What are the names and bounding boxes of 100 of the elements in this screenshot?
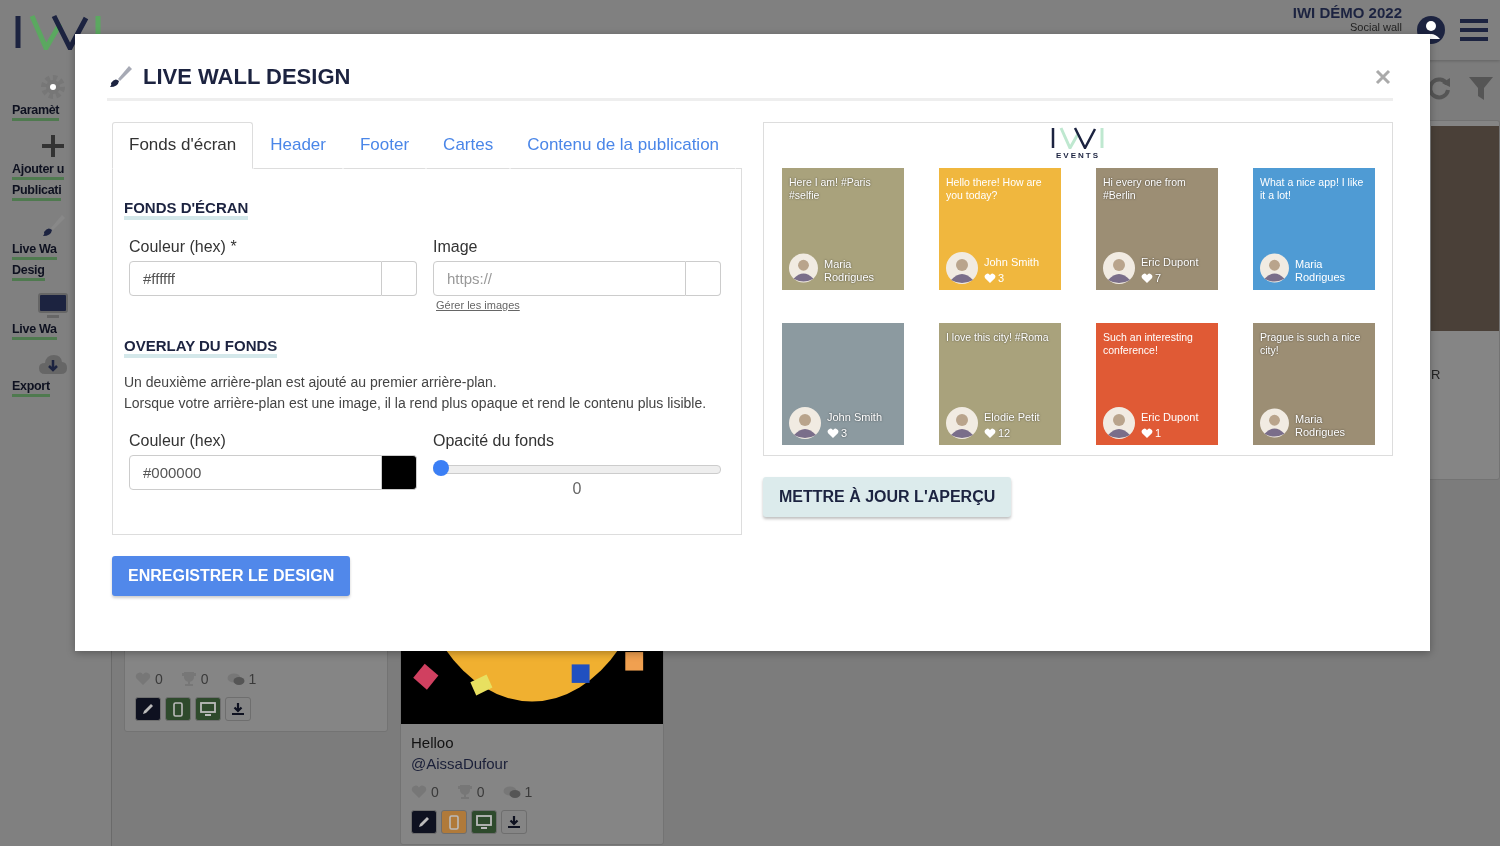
author-name: John Smith bbox=[827, 411, 883, 424]
download-button[interactable] bbox=[225, 697, 251, 721]
logo-caption: EVENTS bbox=[1056, 151, 1100, 160]
sidebar-label[interactable]: Paramèt bbox=[12, 103, 60, 121]
slider-value: 0 bbox=[572, 480, 582, 498]
slider-thumb[interactable] bbox=[433, 460, 449, 476]
section-heading: FONDS D'ÉCRAN bbox=[124, 199, 249, 220]
like-count: 12 bbox=[998, 427, 1011, 439]
event-subtitle: Social wall bbox=[1350, 21, 1402, 33]
field-label: Image bbox=[433, 238, 479, 256]
monitor-icon bbox=[476, 815, 492, 829]
avatar-icon bbox=[1260, 407, 1289, 439]
image-url-field[interactable]: https:// bbox=[433, 261, 686, 296]
download-icon bbox=[231, 702, 245, 716]
tab[interactable]: Footer bbox=[342, 122, 427, 169]
author-name: Elodie Petit bbox=[984, 411, 1040, 424]
sidebar-label[interactable]: Desig bbox=[12, 263, 45, 281]
heart-icon bbox=[984, 427, 996, 439]
field-label: Couleur (hex) bbox=[129, 432, 227, 450]
stat-count: 1 bbox=[524, 784, 533, 800]
tab[interactable]: Contenu de la publication bbox=[510, 122, 737, 169]
author-name: Maria Rodrigues bbox=[1294, 413, 1347, 439]
plus-icon[interactable] bbox=[40, 133, 66, 159]
avatar-icon bbox=[1260, 252, 1289, 284]
pencil-icon bbox=[417, 815, 431, 829]
chat-bubbles-icon bbox=[226, 672, 245, 686]
like-count: 3 bbox=[841, 427, 848, 439]
author-name: Maria Rodrigues bbox=[1294, 258, 1347, 284]
post-text: I love this city! #Roma bbox=[946, 331, 1050, 344]
color-input-field[interactable]: #000000 bbox=[129, 455, 382, 490]
phone-icon bbox=[449, 814, 459, 830]
paintbrush-icon bbox=[107, 64, 133, 90]
post-text: Here I am! #Paris #selfie bbox=[789, 176, 872, 202]
heart-icon bbox=[827, 427, 839, 439]
stat-count: 0 bbox=[476, 784, 485, 800]
like-count: 1 bbox=[1155, 427, 1162, 439]
chat-bubbles-icon bbox=[502, 785, 521, 799]
sidebar-label[interactable]: Ajouter u bbox=[12, 162, 65, 180]
avatar-icon bbox=[1103, 407, 1135, 439]
download-button[interactable] bbox=[501, 810, 527, 834]
field-label: Opacité du fonds bbox=[433, 432, 555, 450]
section-heading: OVERLAY DU FONDS bbox=[124, 337, 278, 358]
close-icon[interactable] bbox=[1375, 69, 1391, 85]
sidebar-label[interactable]: Live Wa bbox=[12, 322, 57, 340]
description-text: Un deuxième arrière-plan est ajouté au premier arrière-plan. Lorsque votre arrière-plan est une image, il la rend plus opaque et rend le contenu plus lisible. bbox=[124, 373, 708, 413]
avatar-icon bbox=[789, 252, 818, 284]
post-text: Such an interesting conference! bbox=[1103, 331, 1194, 357]
like-count: 3 bbox=[998, 272, 1005, 284]
post-author[interactable]: @AissaDufour bbox=[411, 755, 653, 772]
post-text: R bbox=[1431, 367, 1442, 382]
post-text: What a nice app! I like it a lot! bbox=[1260, 176, 1365, 202]
update-preview-button[interactable]: METTRE À JOUR L'APERÇU bbox=[763, 477, 1012, 517]
stat-count: 0 bbox=[155, 671, 163, 687]
avatar-icon bbox=[789, 407, 821, 439]
opacity-slider[interactable] bbox=[433, 460, 721, 478]
tab[interactable]: Fonds d'écran bbox=[112, 122, 254, 169]
stat-count: 0 bbox=[431, 784, 439, 800]
mobile-button[interactable] bbox=[165, 697, 191, 721]
sidebar-label[interactable]: Export bbox=[12, 379, 50, 397]
sidebar-label[interactable]: Publicati bbox=[12, 183, 62, 201]
phone-icon bbox=[173, 701, 183, 717]
tab[interactable]: Cartes bbox=[426, 122, 511, 169]
manage-images-link[interactable]: Gérer les images bbox=[436, 299, 721, 311]
author-name: Eric Dupont bbox=[1141, 411, 1199, 424]
edit-button[interactable] bbox=[135, 697, 161, 721]
author-name: John Smith bbox=[984, 256, 1040, 269]
event-title: IWI DÉMO 2022 bbox=[1292, 4, 1402, 21]
cloud-download-icon[interactable] bbox=[38, 352, 68, 376]
author-name: Eric Dupont bbox=[1141, 256, 1199, 269]
dialog-title: LIVE WALL DESIGN bbox=[143, 64, 351, 90]
heart-icon bbox=[1141, 427, 1153, 439]
paintbrush-icon[interactable] bbox=[40, 213, 66, 239]
menu-icon[interactable] bbox=[1460, 19, 1488, 41]
color-swatch[interactable] bbox=[382, 261, 417, 296]
author-name: Maria Rodrigues bbox=[823, 258, 876, 284]
edit-button[interactable] bbox=[411, 810, 437, 834]
color-input-field[interactable]: #ffffff bbox=[129, 261, 382, 296]
monitor-button[interactable] bbox=[471, 810, 497, 834]
stat-count: 1 bbox=[248, 671, 257, 687]
tab[interactable]: Header bbox=[253, 122, 343, 169]
color-swatch[interactable] bbox=[382, 455, 417, 490]
monitor-icon[interactable] bbox=[38, 293, 68, 319]
heart-icon bbox=[1141, 272, 1153, 284]
save-design-button[interactable]: ENREGISTRER LE DESIGN bbox=[112, 556, 351, 596]
avatar-icon bbox=[1103, 252, 1135, 284]
post-text: Prague is such a nice city! bbox=[1260, 331, 1362, 357]
monitor-icon bbox=[200, 702, 216, 716]
sidebar-label[interactable]: Live Wa bbox=[12, 242, 57, 260]
monitor-button[interactable] bbox=[195, 697, 221, 721]
like-count: 7 bbox=[1155, 272, 1162, 284]
field-label: Couleur (hex) * bbox=[129, 238, 238, 256]
post-text: Hi every one from #Berlin bbox=[1103, 176, 1187, 202]
pencil-icon bbox=[141, 702, 155, 716]
post-text: Helloo bbox=[411, 734, 455, 751]
gear-icon[interactable] bbox=[40, 74, 66, 100]
logo-icon bbox=[1051, 127, 1105, 149]
download-icon bbox=[507, 815, 521, 829]
avatar-icon bbox=[946, 407, 978, 439]
stat-count: 0 bbox=[200, 671, 209, 687]
avatar-icon bbox=[946, 252, 978, 284]
